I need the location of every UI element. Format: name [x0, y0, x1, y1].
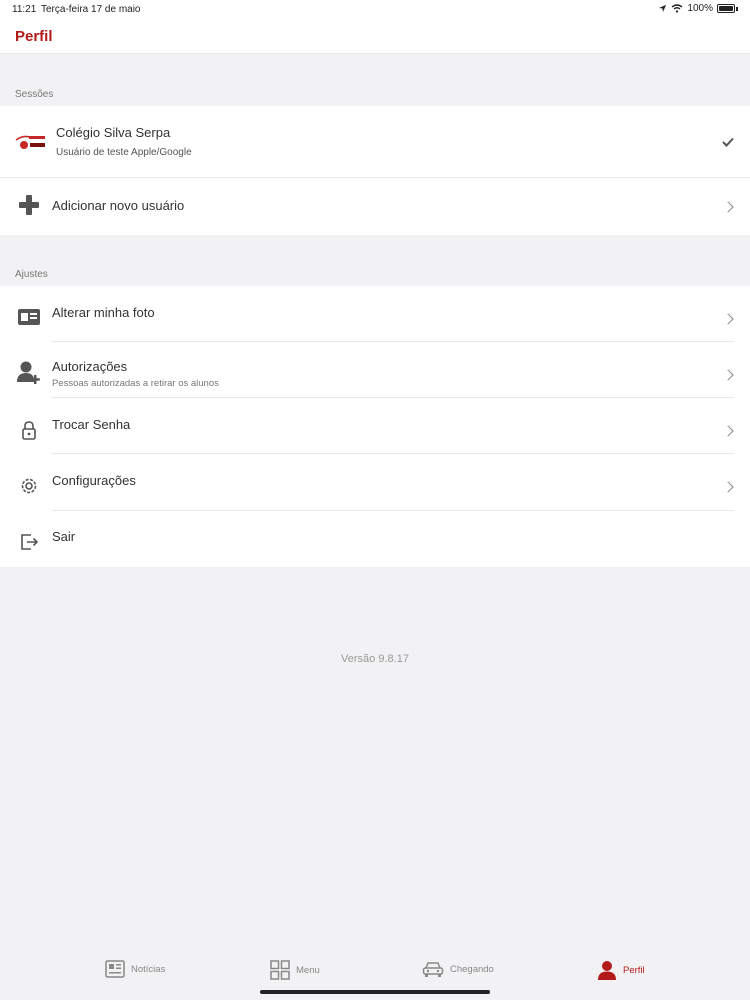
settings-label: Configurações — [52, 473, 136, 488]
session-row[interactable]: Colégio Silva Serpa Usuário de teste App… — [0, 106, 750, 178]
car-icon — [422, 962, 444, 977]
session-user: Usuário de teste Apple/Google — [56, 147, 192, 158]
status-date: Terça-feira 17 de maio — [41, 4, 141, 15]
logout-label: Sair — [52, 529, 76, 544]
battery-percent: 100% — [687, 3, 713, 14]
change-photo-button[interactable]: Alterar minha foto — [0, 286, 750, 342]
authorizations-button[interactable]: Autorizações Pessoas autorizadas a retir… — [0, 342, 750, 398]
wifi-icon — [671, 4, 683, 13]
logout-icon — [14, 532, 44, 552]
settings-button[interactable]: Configurações — [0, 454, 750, 511]
battery-icon — [717, 4, 735, 13]
chevron-right-icon — [722, 201, 734, 213]
checkmark-icon — [722, 137, 734, 147]
chevron-right-icon — [722, 481, 734, 493]
home-indicator — [260, 990, 490, 994]
tab-menu[interactable]: Menu — [270, 960, 320, 980]
chevron-right-icon — [722, 369, 734, 381]
plus-icon — [14, 194, 44, 216]
gear-icon — [14, 476, 44, 496]
status-bar: 11:21 Terça-feira 17 de maio 100% — [0, 0, 750, 20]
tab-news[interactable]: Notícias — [105, 960, 165, 978]
version-label: Versão 9.8.17 — [341, 653, 409, 665]
settings-header: Ajustes — [15, 269, 48, 280]
add-user-button[interactable]: Adicionar novo usuário — [0, 178, 750, 235]
school-logo — [14, 130, 48, 154]
id-card-icon — [14, 308, 44, 326]
logout-button[interactable]: Sair — [0, 511, 750, 567]
lock-icon — [14, 420, 44, 440]
tab-profile[interactable]: Perfil — [597, 960, 645, 980]
chevron-right-icon — [722, 425, 734, 437]
location-icon — [659, 4, 667, 13]
change-password-label: Trocar Senha — [52, 417, 131, 432]
status-time: 11:21 — [12, 4, 37, 15]
settings-group: Alterar minha foto Autorizações Pessoas … — [0, 286, 750, 567]
add-user-label: Adicionar novo usuário — [52, 198, 185, 213]
tab-menu-label: Menu — [296, 964, 320, 976]
grid-icon — [270, 960, 290, 980]
nav-bar: Perfil — [0, 20, 750, 54]
tab-arriving[interactable]: Chegando — [422, 960, 494, 978]
authorizations-label: Autorizações — [52, 359, 128, 374]
user-add-icon — [14, 360, 44, 384]
newspaper-icon — [105, 960, 125, 978]
tab-arriving-label: Chegando — [450, 963, 494, 975]
status-indicators: 100% — [658, 3, 738, 14]
tab-news-label: Notícias — [131, 963, 166, 975]
change-password-button[interactable]: Trocar Senha — [0, 398, 750, 454]
change-photo-label: Alterar minha foto — [52, 305, 155, 320]
sessions-header: Sessões — [15, 89, 54, 100]
page-title: Perfil — [15, 28, 53, 45]
authorizations-subtitle: Pessoas autorizadas a retirar os alunos — [52, 378, 219, 389]
user-icon — [598, 961, 616, 980]
tab-profile-label: Perfil — [623, 964, 645, 976]
chevron-right-icon — [722, 313, 734, 325]
sessions-group: Colégio Silva Serpa Usuário de teste App… — [0, 106, 750, 235]
session-school: Colégio Silva Serpa — [56, 125, 171, 140]
